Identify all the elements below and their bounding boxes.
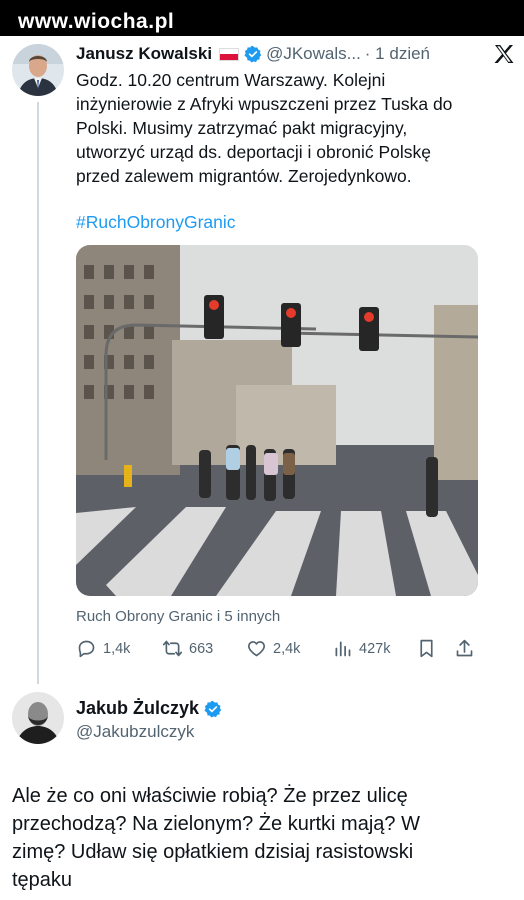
author-handle[interactable]: @JKowals... <box>266 44 361 64</box>
top-bar: www.wiocha.pl <box>0 0 524 36</box>
avatar[interactable] <box>12 44 64 96</box>
heart-icon <box>248 641 265 657</box>
reply-count: 1,4k <box>103 640 131 657</box>
social-context[interactable]: Ruch Obrony Granic i 5 innych <box>76 608 280 625</box>
retweet-button[interactable]: 663 <box>162 638 213 659</box>
reply-button[interactable]: 1,4k <box>76 638 130 659</box>
avatar[interactable] <box>12 692 64 744</box>
tweet-card: Janusz Kowalski @JKowals... · 1 dzień Go… <box>0 36 524 900</box>
reply-icon <box>78 640 95 658</box>
share-icon <box>456 639 473 657</box>
tweet1-text: Godz. 10.20 centrum Warszawy. Kolejni in… <box>76 70 453 186</box>
views-chart-icon <box>335 641 351 657</box>
tweet-timestamp[interactable]: · 1 dzień <box>365 44 430 64</box>
thread-line <box>37 102 39 684</box>
bookmark-icon <box>420 639 433 658</box>
share-button[interactable] <box>454 638 481 659</box>
verified-badge-icon[interactable] <box>244 45 262 63</box>
bookmark-button[interactable] <box>416 638 443 659</box>
author-name[interactable]: Jakub Żulczyk <box>76 698 199 719</box>
poland-flag-icon <box>219 47 240 61</box>
author-handle[interactable]: @Jakubzulczyk <box>76 722 194 742</box>
views-count: 427k <box>359 640 391 657</box>
like-button[interactable]: 2,4k <box>246 638 300 659</box>
verified-badge-icon[interactable] <box>204 700 222 718</box>
hashtag-link[interactable]: #RuchObronyGranic <box>76 212 236 233</box>
site-watermark: www.wiocha.pl <box>18 10 175 33</box>
x-logo-icon[interactable] <box>492 42 516 66</box>
tweet2-header: Jakub Żulczyk <box>76 698 222 719</box>
tweet-photo[interactable] <box>76 245 478 596</box>
views-button[interactable]: 427k <box>332 638 390 659</box>
retweet-icon <box>162 640 183 657</box>
tweet2-text: Ale że co oni właściwie robią? Że przez … <box>12 785 420 891</box>
author-name[interactable]: Janusz Kowalski <box>76 44 212 64</box>
tweet1-header: Janusz Kowalski @JKowals... · 1 dzień <box>76 41 516 67</box>
like-count: 2,4k <box>273 640 301 657</box>
retweet-count: 663 <box>189 640 214 657</box>
tweet-actions: 1,4k 663 2,4k 427k <box>76 638 478 662</box>
